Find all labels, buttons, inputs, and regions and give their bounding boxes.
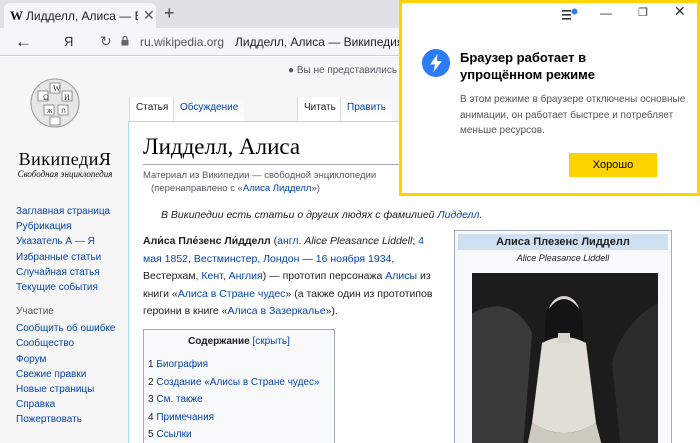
simplified-mode-popup: — ❐ ✕ Браузер работает в упрощённом режи… (399, 0, 700, 196)
tab-read[interactable]: Читать (297, 97, 342, 122)
link-kent[interactable]: Кент (201, 270, 222, 282)
link-england[interactable]: Англия (229, 270, 263, 282)
infobox-caption: Alice Pleasance Liddell (516, 253, 610, 263)
tab-close-icon[interactable]: ✕ (143, 7, 155, 24)
back-arrow-icon[interactable]: ← (15, 32, 32, 52)
user-status[interactable]: ● Вы не представились (288, 65, 397, 76)
link-english[interactable]: англ. (277, 235, 301, 247)
user-icon: ● (288, 65, 295, 76)
tab-article[interactable]: Статья (129, 97, 175, 122)
portrait-photo-illustration (472, 273, 658, 443)
url-page-title[interactable]: Лидделл, Алиса — Википедия (235, 35, 403, 49)
tab-title: Лидделл, Алиса — Викип (26, 9, 138, 23)
tab-edit[interactable]: Править (340, 97, 392, 122)
browser-tab[interactable]: W Лидделл, Алиса — Викип ✕ (4, 3, 156, 28)
toc-item[interactable]: 1 Биография (148, 356, 330, 374)
sidebar-item-community[interactable]: Сообщество (16, 336, 126, 351)
lock-icon[interactable] (121, 36, 129, 46)
window-maximize-button[interactable]: ❐ (638, 6, 648, 19)
svg-text:ж: ж (46, 106, 53, 115)
link-wonderland[interactable]: Алиса в Стране чудес (178, 288, 286, 300)
lead-paragraph: Али́са Пле́зенс Ли́дделл (англ. Alice Pl… (143, 235, 433, 317)
window-minimize-button[interactable]: — (600, 6, 612, 20)
wikipedia-globe-logo-icon[interactable]: Ω W И ж ก (30, 69, 80, 137)
sidebar-item-recent-changes[interactable]: Свежие правки (16, 367, 126, 382)
sidebar-item-random[interactable]: Случайная статья (16, 265, 126, 280)
toc-toggle[interactable]: [скрыть] (252, 336, 289, 347)
sidebar-heading-participation: Участие (16, 306, 54, 318)
sidebar-item-main-page[interactable]: Заглавная страница (16, 204, 126, 219)
lightning-icon (422, 49, 450, 77)
sidebar-item-featured[interactable]: Избранные статьи (16, 250, 126, 265)
toc-list: 1 Биография 2 Создание «Алисы в Стране ч… (148, 356, 330, 443)
popup-title: Браузер работает в упрощённом режиме (460, 50, 595, 82)
sidebar-item-report-error[interactable]: Сообщить об ошибке (16, 321, 126, 336)
wikipedia-favicon-icon: W (10, 8, 23, 23)
wiki-wordmark[interactable]: ВикипедиЯ (11, 149, 119, 170)
sidebar-navigation: Заглавная страница Рубрикация Указатель … (16, 204, 126, 428)
link-birth-place[interactable]: Вестминстер, Лондон (194, 253, 300, 265)
toc-item[interactable]: 2 Создание «Алисы в Стране чудес» (148, 374, 330, 392)
redirect-link[interactable]: Алиса Лидделл (243, 183, 312, 194)
link-alice-character[interactable]: Алисы (385, 270, 417, 282)
toc-title: Содержание [скрыть] (188, 336, 290, 347)
portrait-photo[interactable] (472, 273, 658, 443)
window-close-button[interactable]: ✕ (674, 3, 686, 20)
toc-item[interactable]: 3 См. также (148, 391, 330, 409)
sidebar-item-forum[interactable]: Форум (16, 352, 126, 367)
sidebar-item-categories[interactable]: Рубрикация (16, 219, 126, 234)
sidebar-item-new-pages[interactable]: Новые страницы (16, 382, 126, 397)
sidebar-item-donate[interactable]: Пожертвовать (16, 412, 126, 427)
tab-talk[interactable]: Обсуждение (173, 97, 245, 122)
sidebar-item-current-events[interactable]: Текущие события (16, 280, 126, 295)
hatnote-link[interactable]: Лидделл (437, 209, 479, 221)
page-title: Лидделл, Алиса (143, 134, 301, 159)
popup-description: В этом режиме в браузере отключены основ… (460, 94, 686, 136)
link-death-date[interactable]: 16 ноября 1934 (316, 253, 392, 265)
infobox: Алиса Плезенс Лидделл Alice Pleasance Li… (454, 230, 672, 443)
sidebar-item-index[interactable]: Указатель А — Я (16, 234, 126, 249)
toc-item[interactable]: 4 Примечания (148, 409, 330, 427)
reload-icon[interactable]: ↻ (100, 33, 112, 50)
table-of-contents: Содержание [скрыть] 1 Биография 2 Создан… (143, 329, 335, 443)
article-source-line: Материал из Википедии — свободной энцикл… (143, 170, 377, 181)
yandex-logo-icon[interactable]: Я (64, 34, 73, 49)
svg-text:W: W (53, 84, 61, 93)
ok-button[interactable]: Хорошо (569, 153, 657, 177)
link-looking-glass[interactable]: Алиса в Зазеркалье (228, 305, 326, 317)
svg-text:ก: ก (61, 106, 66, 115)
url-host[interactable]: ru.wikipedia.org (140, 35, 224, 49)
infobox-title: Алиса Плезенс Лидделл (458, 234, 668, 250)
svg-text:Ω: Ω (43, 93, 49, 102)
browser-menu-icon[interactable] (562, 8, 578, 22)
new-tab-button[interactable]: + (164, 3, 175, 23)
wiki-tagline: Свободная энциклопедия (17, 169, 113, 179)
svg-text:И: И (64, 93, 70, 102)
redirect-note: (перенаправлено с «Алиса Лидделл») (151, 183, 320, 194)
sidebar-item-help[interactable]: Справка (16, 397, 126, 412)
toc-item[interactable]: 5 Ссылки (148, 426, 330, 443)
hatnote: В Википедии есть статьи о других людях с… (161, 209, 483, 221)
